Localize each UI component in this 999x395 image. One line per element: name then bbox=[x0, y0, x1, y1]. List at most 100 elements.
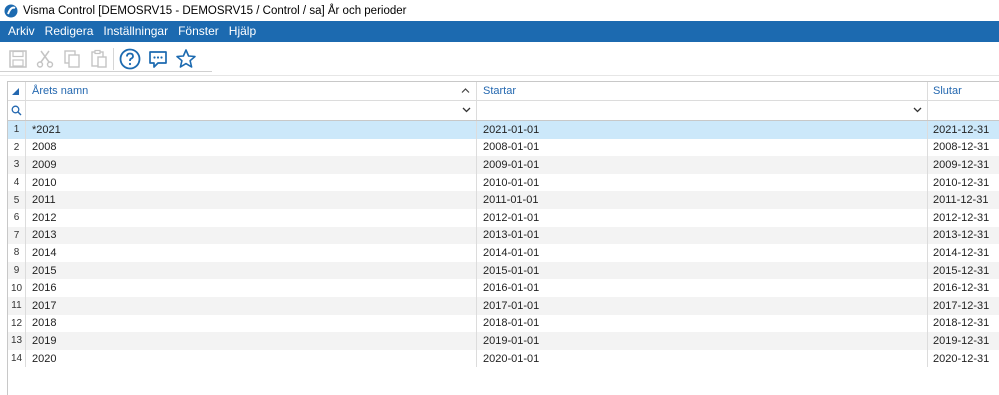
column-header-name[interactable]: Årets namn bbox=[26, 82, 477, 100]
menu-arkiv[interactable]: Arkiv bbox=[0, 21, 40, 42]
cell-year-name[interactable]: 2009 bbox=[26, 156, 477, 174]
cell-start-date[interactable]: 2013-01-01 bbox=[477, 226, 928, 245]
menu-fonster[interactable]: Fönster bbox=[173, 21, 224, 42]
cell-end-date[interactable]: 2014-12-31 bbox=[928, 244, 999, 262]
menu-bar: Arkiv Redigera Inställningar Fönster Hjä… bbox=[0, 21, 999, 42]
search-icon bbox=[11, 105, 22, 115]
cut-icon bbox=[36, 50, 54, 68]
cell-end-date[interactable]: 2012-12-31 bbox=[928, 209, 999, 227]
cell-start-date[interactable]: 2009-01-01 bbox=[477, 156, 928, 174]
row-number: 1 bbox=[8, 121, 26, 139]
row-number: 6 bbox=[8, 209, 26, 227]
cell-start-date[interactable]: 2016-01-01 bbox=[477, 279, 928, 297]
cell-end-date[interactable]: 2009-12-31 bbox=[928, 156, 999, 174]
column-header-start-label: Startar bbox=[483, 85, 517, 97]
cell-year-name[interactable]: 2012 bbox=[26, 209, 477, 227]
cell-start-date[interactable]: 2021-01-01 bbox=[477, 121, 928, 139]
filter-search-button[interactable] bbox=[8, 100, 26, 120]
row-number: 12 bbox=[8, 314, 26, 333]
cell-end-date[interactable]: 2008-12-31 bbox=[928, 139, 999, 157]
cell-end-date[interactable]: 2017-12-31 bbox=[928, 297, 999, 315]
column-header-end[interactable]: Slutar bbox=[928, 82, 999, 100]
row-number: 8 bbox=[8, 244, 26, 262]
filter-end-input[interactable] bbox=[928, 100, 999, 120]
toolbar-separator bbox=[113, 48, 114, 70]
cell-end-date[interactable]: 2011-12-31 bbox=[928, 191, 999, 209]
cell-end-date[interactable]: 2010-12-31 bbox=[928, 174, 999, 192]
cell-end-date[interactable]: 2013-12-31 bbox=[928, 227, 999, 245]
cell-start-date[interactable]: 2014-01-01 bbox=[477, 244, 928, 262]
cell-end-date[interactable]: 2016-12-31 bbox=[928, 279, 999, 297]
cell-year-name[interactable]: 2014 bbox=[26, 244, 477, 262]
chevron-down-icon bbox=[913, 107, 922, 113]
menu-redigera[interactable]: Redigera bbox=[40, 21, 99, 42]
cell-start-date[interactable]: 2011-01-01 bbox=[477, 191, 928, 209]
cell-end-date[interactable]: 2015-12-31 bbox=[928, 262, 999, 280]
cell-year-name[interactable]: 2019 bbox=[26, 332, 477, 350]
copy-button[interactable] bbox=[60, 47, 84, 71]
table-row[interactable]: 14 2020 2020-01-01 2020-12-31 bbox=[8, 349, 999, 368]
visma-logo-icon bbox=[4, 4, 18, 17]
filter-start-input[interactable] bbox=[477, 100, 928, 120]
row-number: 10 bbox=[8, 279, 26, 297]
cell-year-name[interactable]: 2018 bbox=[26, 314, 477, 333]
title-bar: Visma Control [DEMOSRV15 - DEMOSRV15 / C… bbox=[0, 0, 999, 21]
table-row[interactable]: 5 2011 2011-01-01 2011-12-31 bbox=[8, 191, 999, 209]
table-row[interactable]: 9 2015 2015-01-01 2015-12-31 bbox=[8, 261, 999, 280]
sort-ascending-icon bbox=[461, 88, 470, 93]
table-row[interactable]: 12 2018 2018-01-01 2018-12-31 bbox=[8, 314, 999, 333]
table-row[interactable]: 10 2016 2016-01-01 2016-12-31 bbox=[8, 279, 999, 297]
cut-button[interactable] bbox=[33, 47, 57, 71]
cell-year-name[interactable]: 2008 bbox=[26, 138, 477, 157]
cell-year-name[interactable]: 2016 bbox=[26, 279, 477, 297]
cell-start-date[interactable]: 2020-01-01 bbox=[477, 349, 928, 368]
row-number: 7 bbox=[8, 226, 26, 245]
menu-installningar[interactable]: Inställningar bbox=[98, 21, 173, 42]
cell-start-date[interactable]: 2019-01-01 bbox=[477, 332, 928, 350]
table-row[interactable]: 3 2009 2009-01-01 2009-12-31 bbox=[8, 156, 999, 174]
window-title: Visma Control [DEMOSRV15 - DEMOSRV15 / C… bbox=[23, 4, 407, 17]
years-grid: Årets namn Startar Slutar 1 *2021 2021-0… bbox=[7, 81, 999, 395]
table-row[interactable]: 6 2012 2012-01-01 2012-12-31 bbox=[8, 209, 999, 227]
cell-end-date[interactable]: 2019-12-31 bbox=[928, 332, 999, 350]
chevron-down-icon bbox=[462, 107, 471, 113]
table-row[interactable]: 4 2010 2010-01-01 2010-12-31 bbox=[8, 173, 999, 192]
favorite-button[interactable] bbox=[174, 47, 198, 71]
column-header-name-label: Årets namn bbox=[32, 85, 89, 97]
cell-start-date[interactable]: 2017-01-01 bbox=[477, 297, 928, 315]
cell-start-date[interactable]: 2010-01-01 bbox=[477, 173, 928, 192]
cell-start-date[interactable]: 2018-01-01 bbox=[477, 314, 928, 333]
cell-year-name[interactable]: 2011 bbox=[26, 191, 477, 209]
table-row[interactable]: 11 2017 2017-01-01 2017-12-31 bbox=[8, 297, 999, 315]
cell-start-date[interactable]: 2015-01-01 bbox=[477, 261, 928, 280]
menu-hjalp[interactable]: Hjälp bbox=[224, 21, 261, 42]
cell-year-name[interactable]: 2010 bbox=[26, 173, 477, 192]
cell-end-date[interactable]: 2021-12-31 bbox=[928, 121, 999, 139]
cell-year-name[interactable]: 2015 bbox=[26, 261, 477, 280]
select-all-corner[interactable] bbox=[8, 82, 26, 100]
corner-triangle-icon bbox=[12, 88, 19, 95]
cell-year-name[interactable]: 2017 bbox=[26, 297, 477, 315]
paste-button[interactable] bbox=[87, 47, 111, 71]
column-header-start[interactable]: Startar bbox=[477, 82, 928, 100]
help-button[interactable] bbox=[118, 47, 142, 71]
chat-icon bbox=[149, 51, 167, 68]
cell-year-name[interactable]: 2013 bbox=[26, 226, 477, 245]
table-row[interactable]: 7 2013 2013-01-01 2013-12-31 bbox=[8, 226, 999, 245]
cell-year-name[interactable]: *2021 bbox=[26, 121, 477, 139]
table-row[interactable]: 13 2019 2019-01-01 2019-12-31 bbox=[8, 332, 999, 350]
row-number: 3 bbox=[8, 156, 26, 174]
cell-year-name[interactable]: 2020 bbox=[26, 349, 477, 368]
filter-row bbox=[8, 100, 999, 121]
filter-name-input[interactable] bbox=[26, 100, 477, 120]
cell-start-date[interactable]: 2012-01-01 bbox=[477, 209, 928, 227]
table-row[interactable]: 8 2014 2014-01-01 2014-12-31 bbox=[8, 244, 999, 262]
cell-end-date[interactable]: 2018-12-31 bbox=[928, 315, 999, 333]
cell-start-date[interactable]: 2008-01-01 bbox=[477, 138, 928, 157]
table-row[interactable]: 1 *2021 2021-01-01 2021-12-31 bbox=[8, 121, 999, 139]
table-row[interactable]: 2 2008 2008-01-01 2008-12-31 bbox=[8, 138, 999, 157]
save-button[interactable] bbox=[6, 47, 30, 71]
chat-button[interactable] bbox=[146, 47, 170, 71]
cell-end-date[interactable]: 2020-12-31 bbox=[928, 350, 999, 368]
column-header-end-label: Slutar bbox=[933, 85, 962, 97]
